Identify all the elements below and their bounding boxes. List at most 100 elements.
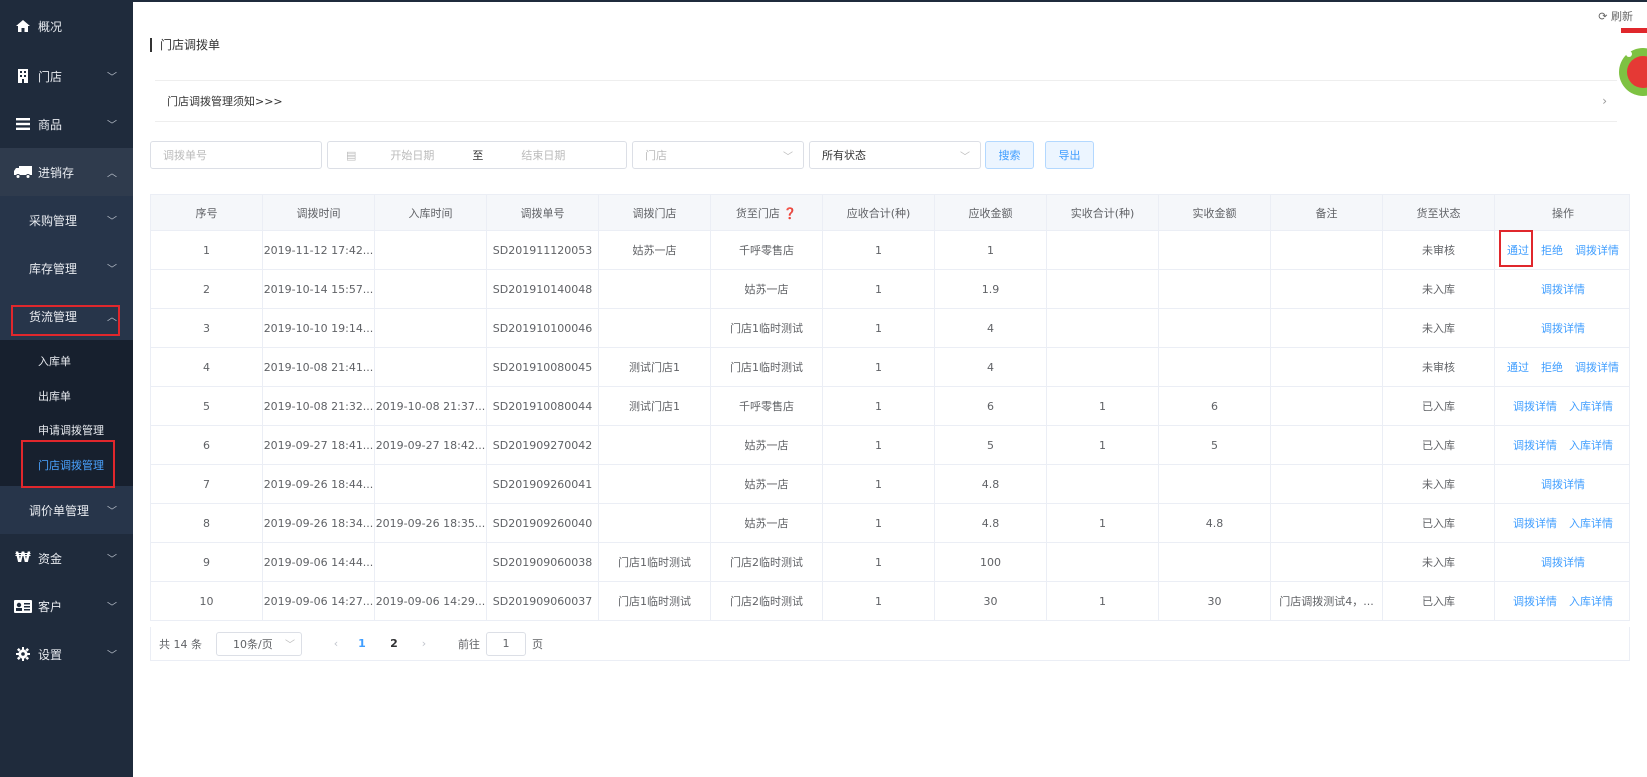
- goto-page-input[interactable]: 1: [486, 631, 526, 656]
- search-button[interactable]: 搜索: [985, 141, 1034, 169]
- table-cell: 4.8: [1159, 504, 1271, 542]
- notice-text: 门店调拨管理须知>>>: [167, 95, 283, 108]
- notice-bar[interactable]: 门店调拨管理须知>>> ›: [155, 80, 1617, 122]
- table-cell: [1271, 465, 1383, 503]
- table-row: 9 2019-09-06 14:44... SD201909060038 门店1临时测…: [151, 543, 1629, 582]
- table-row: 2 2019-10-14 15:57... SD201910140048 姑苏一店 1 1…: [151, 270, 1629, 309]
- table-cell: 7: [151, 465, 263, 503]
- table-cell: 30: [1159, 582, 1271, 620]
- nav-label: 进销存: [38, 165, 75, 180]
- table-row: 1 2019-11-12 17:42... SD201911120053 姑苏一店 千呼…: [151, 231, 1629, 270]
- table-row: 6 2019-09-27 18:41... 2019-09-27 18:42... S…: [151, 426, 1629, 465]
- column-header: 实收金额: [1159, 195, 1271, 230]
- table-row: 7 2019-09-26 18:44... SD201909260041 姑苏一店 1 4…: [151, 465, 1629, 504]
- gear-icon: [14, 645, 32, 663]
- action-link[interactable]: 入库详情: [1569, 398, 1613, 414]
- page-unit: 页: [532, 637, 543, 651]
- action-link[interactable]: 入库详情: [1569, 437, 1613, 453]
- table-cell: [1271, 231, 1383, 269]
- table-cell: SD201909270042: [487, 426, 599, 464]
- column-header: 货至门店 ❓: [711, 195, 823, 230]
- table-cell: 2019-10-14 15:57...: [263, 270, 375, 308]
- action-link[interactable]: 调拨详情: [1541, 281, 1585, 297]
- table-cell: 1.9: [935, 270, 1047, 308]
- action-link[interactable]: 调拨详情: [1513, 515, 1557, 531]
- table-cell: 1: [823, 543, 935, 581]
- nav-overview[interactable]: 概况: [0, 0, 133, 52]
- table-cell: 2019-10-08 21:41...: [263, 348, 375, 386]
- action-link[interactable]: 调拨详情: [1541, 320, 1585, 336]
- nav-funds[interactable]: ₩ 资金 ﹀: [0, 534, 133, 582]
- table-cell: [599, 426, 711, 464]
- promo-badge-icon[interactable]: [1613, 24, 1647, 100]
- page-size-select[interactable]: 10条/页 ﹀: [216, 631, 302, 656]
- export-button[interactable]: 导出: [1045, 141, 1094, 169]
- page-button[interactable]: 2: [378, 637, 410, 650]
- actions-cell: 通过 拒绝 调拨详情: [1495, 348, 1631, 386]
- column-header: 备注: [1271, 195, 1383, 230]
- chevron-up-icon: ︿: [107, 168, 117, 180]
- sidebar-item-price-adjust[interactable]: 调价单管理 ﹀: [0, 486, 133, 534]
- table-cell: 已入库: [1383, 582, 1495, 620]
- nav-goods[interactable]: 商品 ﹀: [0, 100, 133, 148]
- table-cell: 6: [935, 387, 1047, 425]
- store-select[interactable]: 门店 ﹀: [632, 141, 804, 169]
- table-cell: [599, 465, 711, 503]
- action-link[interactable]: 拒绝: [1541, 242, 1563, 258]
- action-link[interactable]: 调拨详情: [1541, 554, 1585, 570]
- order-number-input[interactable]: 调拨单号: [150, 141, 322, 169]
- table-cell: SD201910100046: [487, 309, 599, 347]
- actions-cell: 调拨详情 入库详情: [1495, 387, 1631, 425]
- chevron-right-icon: ›: [1602, 94, 1607, 108]
- action-link[interactable]: 入库详情: [1569, 515, 1613, 531]
- table-header-row: 序号 调拨时间 入库时间 调拨单号 调拨门店 货至门店 ❓ 应收合计(种) 应收金额 实收合计(…: [151, 195, 1629, 231]
- table-cell: [375, 231, 487, 269]
- action-link[interactable]: 调拨详情: [1513, 437, 1557, 453]
- placeholder: 调拨单号: [163, 149, 207, 162]
- table-cell: 门店1临时测试: [599, 582, 711, 620]
- column-header: 入库时间: [375, 195, 487, 230]
- start-date-input[interactable]: 开始日期: [390, 147, 434, 163]
- date-range-picker[interactable]: ▤ 开始日期 至 结束日期: [327, 141, 627, 169]
- table-cell: 未审核: [1383, 231, 1495, 269]
- action-link[interactable]: 调拨详情: [1513, 593, 1557, 609]
- next-page-button[interactable]: ›: [414, 637, 434, 650]
- nav-inventory[interactable]: 进销存 ︿: [0, 148, 133, 196]
- status-select[interactable]: 所有状态 ﹀: [809, 141, 981, 169]
- sidebar-item-inbound[interactable]: 入库单: [0, 344, 133, 379]
- action-link[interactable]: 拒绝: [1541, 359, 1563, 375]
- action-link[interactable]: 入库详情: [1569, 593, 1613, 609]
- page-button[interactable]: 1: [346, 637, 378, 650]
- nav-customer[interactable]: 客户 ﹀: [0, 582, 133, 630]
- action-link[interactable]: 调拨详情: [1541, 476, 1585, 492]
- calendar-icon: ▤: [346, 148, 357, 162]
- column-header: 序号: [151, 195, 263, 230]
- table-cell: [1047, 270, 1159, 308]
- sidebar-item-stock[interactable]: 库存管理 ﹀: [0, 244, 133, 292]
- table-cell: 姑苏一店: [599, 231, 711, 269]
- table-cell: [1271, 270, 1383, 308]
- table-row: 5 2019-10-08 21:32... 2019-10-08 21:37... S…: [151, 387, 1629, 426]
- table-cell: 2019-09-06 14:44...: [263, 543, 375, 581]
- nav-label: 客户: [38, 599, 63, 614]
- nav-store[interactable]: 门店 ﹀: [0, 52, 133, 100]
- table-cell: SD201909260041: [487, 465, 599, 503]
- highlight-box: [21, 440, 115, 488]
- prev-page-button[interactable]: ‹: [326, 637, 346, 650]
- table-cell: 1: [823, 426, 935, 464]
- nav-label: 商品: [38, 117, 63, 132]
- action-link[interactable]: 调拨详情: [1575, 359, 1619, 375]
- end-date-input[interactable]: 结束日期: [521, 147, 565, 163]
- nav-settings[interactable]: 设置 ﹀: [0, 630, 133, 678]
- refresh-button[interactable]: ⟳ 刷新: [1598, 8, 1633, 24]
- table-cell: [375, 543, 487, 581]
- table-cell: 6: [1159, 387, 1271, 425]
- sub-label: 调价单管理: [29, 503, 90, 518]
- table-cell: 2019-09-26 18:35...: [375, 504, 487, 542]
- sidebar-item-outbound[interactable]: 出库单: [0, 379, 133, 414]
- action-link[interactable]: 通过: [1507, 359, 1529, 375]
- sidebar-item-purchase[interactable]: 采购管理 ﹀: [0, 196, 133, 244]
- action-link[interactable]: 调拨详情: [1513, 398, 1557, 414]
- action-link[interactable]: 调拨详情: [1575, 242, 1619, 258]
- table-cell: 门店1临时测试: [711, 309, 823, 347]
